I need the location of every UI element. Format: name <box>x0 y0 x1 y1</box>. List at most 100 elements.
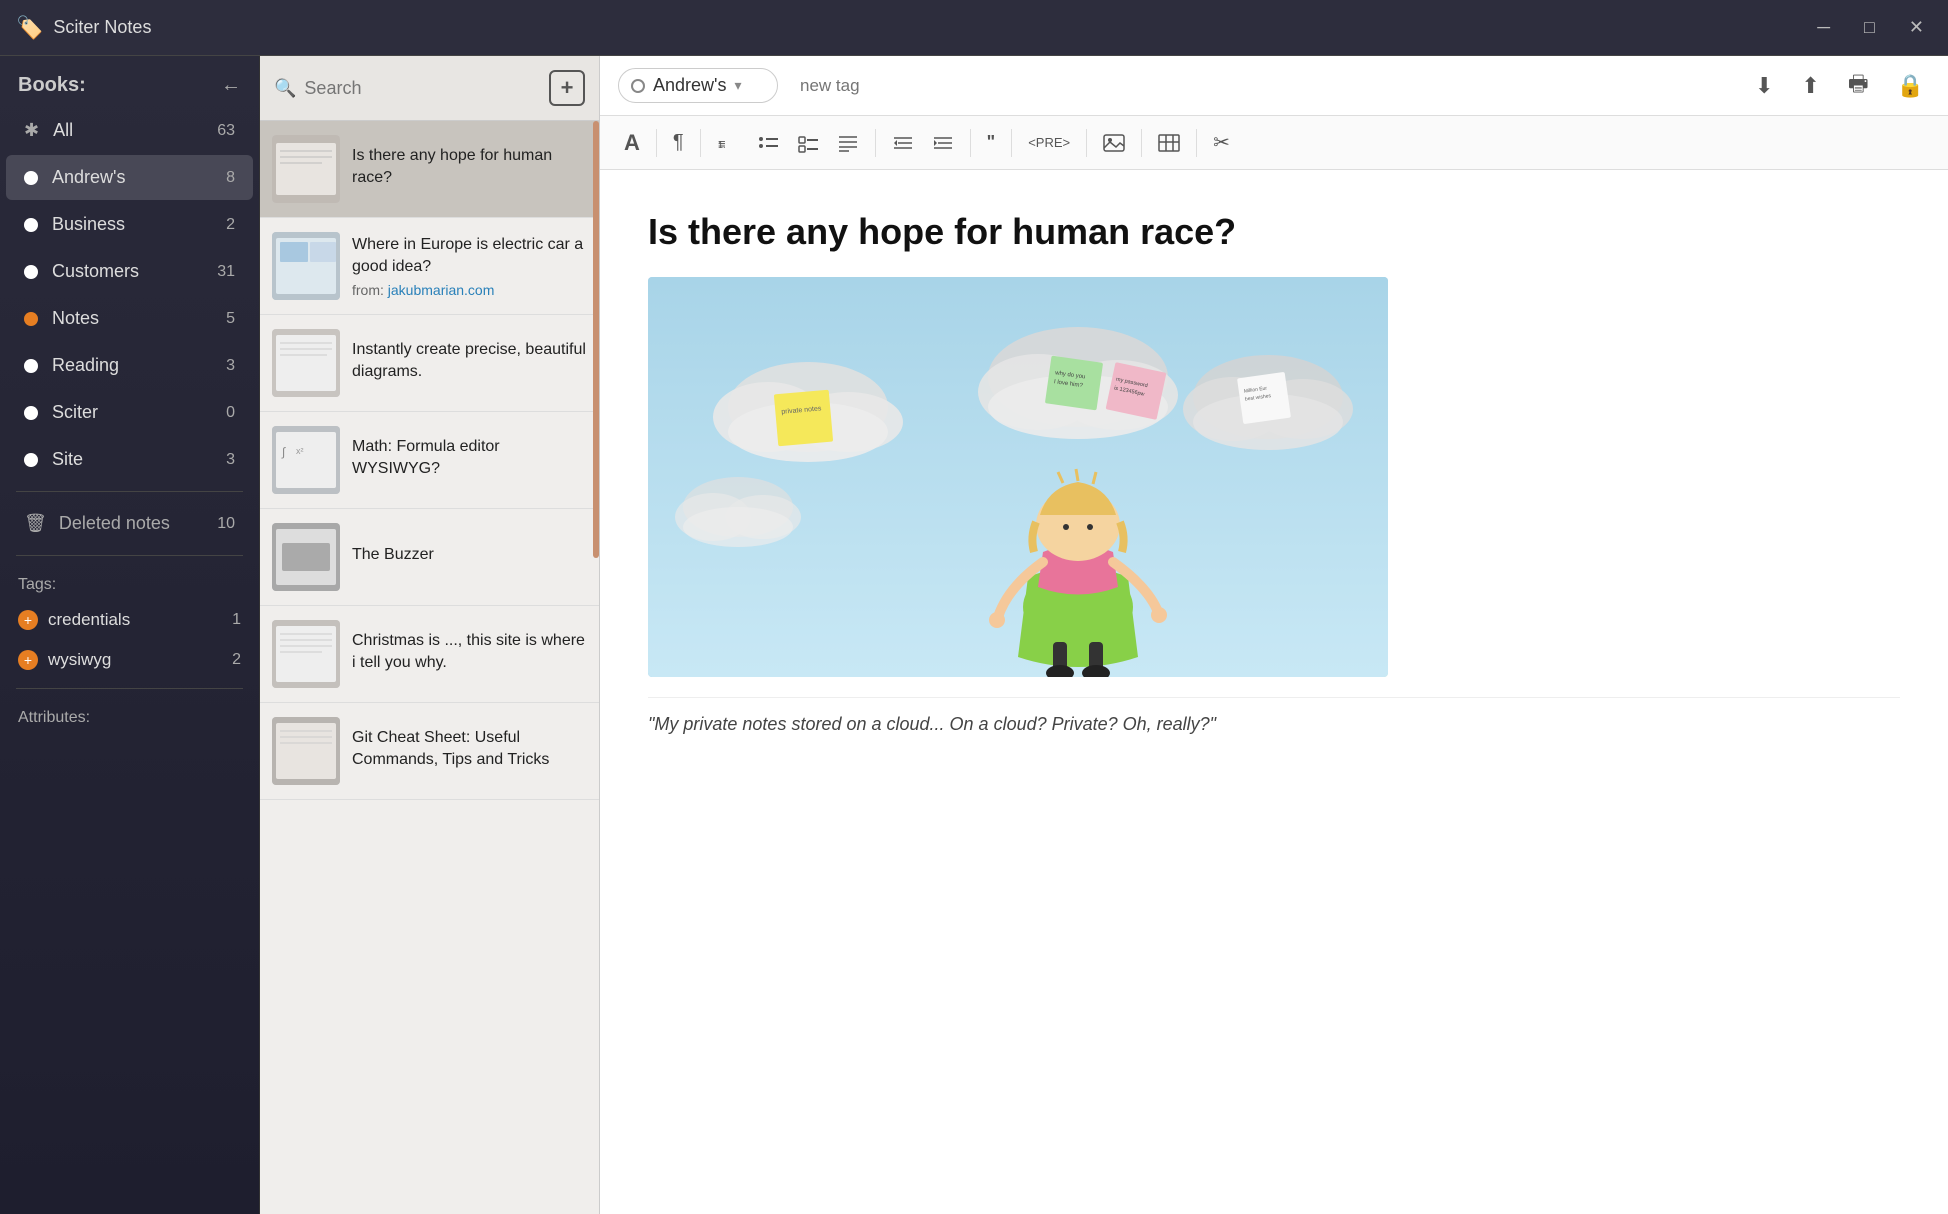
note-item-4[interactable]: ∫ x² Math: Formula editor WYSIWYG? <box>260 412 599 509</box>
deleted-count: 10 <box>217 515 235 533</box>
note-title-6: Christmas is ..., this site is where i t… <box>352 630 587 675</box>
toolbar-separator <box>1196 129 1197 157</box>
sidebar-item-all[interactable]: ✱ All 63 <box>6 108 253 153</box>
tag-count: 1 <box>232 611 241 629</box>
content-body: Is there any hope for human race? <box>600 170 1948 1214</box>
app-title: Sciter Notes <box>53 17 151 38</box>
dot-icon <box>24 406 38 420</box>
tag-input[interactable] <box>794 70 1261 102</box>
note-thumbnail-2 <box>272 232 340 300</box>
search-input[interactable] <box>304 78 541 99</box>
sidebar-item-count: 2 <box>226 216 235 234</box>
sidebar-back-arrow[interactable]: ← <box>221 74 241 97</box>
svg-text:x²: x² <box>296 446 304 456</box>
indent-button[interactable] <box>926 128 960 158</box>
sidebar-divider <box>16 491 243 492</box>
upload-button[interactable]: ⬆ <box>1795 69 1825 103</box>
unordered-list-button[interactable] <box>751 128 785 158</box>
note-title-1: Is there any hope for human race? <box>352 145 587 190</box>
note-item-2[interactable]: Where in Europe is electric car a good i… <box>260 218 599 315</box>
sidebar-item-label: Sciter <box>52 402 226 423</box>
toolbar-separator <box>700 129 701 157</box>
note-content-2: Where in Europe is electric car a good i… <box>352 232 587 300</box>
book-name-label: Andrew's <box>653 75 726 96</box>
font-button[interactable]: A <box>618 126 646 160</box>
book-selector[interactable]: Andrew's ▾ <box>618 68 778 103</box>
outdent-button[interactable] <box>886 128 920 158</box>
attributes-section-title: Attributes: <box>0 697 259 733</box>
add-note-button[interactable]: + <box>549 70 585 106</box>
code-button[interactable]: <PRE> <box>1022 131 1076 154</box>
sidebar-item-label: All <box>53 120 217 141</box>
blockquote-button[interactable]: " <box>981 128 1002 157</box>
dot-icon <box>24 312 38 326</box>
checklist-button[interactable] <box>791 128 825 158</box>
notes-scroll-area: Is there any hope for human race? Where … <box>260 121 599 1214</box>
sidebar-item-deleted[interactable]: 🗑 Deleted notes 10 <box>6 501 253 546</box>
sidebar-item-sciter[interactable]: Sciter 0 <box>6 390 253 435</box>
ordered-list-button[interactable]: ≡1. <box>711 128 745 158</box>
sidebar-item-label: Customers <box>52 261 217 282</box>
note-content-6: Christmas is ..., this site is where i t… <box>352 620 587 688</box>
sidebar-item-site[interactable]: Site 3 <box>6 437 253 482</box>
note-title-4: Math: Formula editor WYSIWYG? <box>352 436 587 481</box>
note-title-2: Where in Europe is electric car a good i… <box>352 234 587 279</box>
scissors-button[interactable]: ✂ <box>1207 126 1236 159</box>
toolbar-separator <box>1086 129 1087 157</box>
trash-icon: 🗑 <box>24 513 47 534</box>
maximize-button[interactable]: □ <box>1856 13 1883 42</box>
tag-item-credentials[interactable]: + credentials 1 <box>0 600 259 640</box>
note-content-3: Instantly create precise, beautiful diag… <box>352 329 587 397</box>
note-item-1[interactable]: Is there any hope for human race? <box>260 121 599 218</box>
note-item-6[interactable]: Christmas is ..., this site is where i t… <box>260 606 599 703</box>
sidebar-item-reading[interactable]: Reading 3 <box>6 343 253 388</box>
toolbar-separator <box>656 129 657 157</box>
sidebar-item-notes[interactable]: Notes 5 <box>6 296 253 341</box>
sidebar-item-count: 3 <box>226 357 235 375</box>
multiline-button[interactable] <box>831 128 865 158</box>
star-icon: ✱ <box>24 120 39 141</box>
note-subtitle-2: from: jakubmarian.com <box>352 282 587 298</box>
deleted-label: Deleted notes <box>59 513 217 534</box>
dot-icon <box>24 171 38 185</box>
note-content-4: Math: Formula editor WYSIWYG? <box>352 426 587 494</box>
print-button[interactable]: 🖶 <box>1842 63 1875 109</box>
image-button[interactable] <box>1097 128 1131 158</box>
sidebar-item-label: Site <box>52 449 226 470</box>
note-content-7: Git Cheat Sheet: Useful Commands, Tips a… <box>352 717 587 785</box>
download-button[interactable]: ⬇ <box>1749 69 1779 103</box>
content-panel: Andrew's ▾ ⬇ ⬆ 🖶 🔒 A ¶ ≡1. <box>600 56 1948 1214</box>
sidebar-item-customers[interactable]: Customers 31 <box>6 249 253 294</box>
toolbar-separator <box>970 129 971 157</box>
minimize-button[interactable]: ─ <box>1809 13 1838 42</box>
notes-list-header: 🔍 + <box>260 56 599 121</box>
dot-icon <box>24 265 38 279</box>
titlebar: 🏷️ Sciter Notes ─ □ ✕ <box>0 0 1948 56</box>
sidebar-item-count: 8 <box>226 169 235 187</box>
tag-item-wysiwyg[interactable]: + wysiwyg 2 <box>0 640 259 680</box>
sidebar-item-andrews[interactable]: Andrew's 8 <box>6 155 253 200</box>
note-thumbnail-7 <box>272 717 340 785</box>
sidebar: Books: ← ✱ All 63 Andrew's 8 Business 2 … <box>0 56 260 1214</box>
note-item-7[interactable]: Git Cheat Sheet: Useful Commands, Tips a… <box>260 703 599 800</box>
note-item-3[interactable]: Instantly create precise, beautiful diag… <box>260 315 599 412</box>
sidebar-item-label: Notes <box>52 308 226 329</box>
dot-icon <box>24 218 38 232</box>
note-item-5[interactable]: The Buzzer <box>260 509 599 606</box>
note-title-5: The Buzzer <box>352 544 587 566</box>
sidebar-item-count: 63 <box>217 122 235 140</box>
table-button[interactable] <box>1152 128 1186 158</box>
book-circle-icon <box>631 79 645 93</box>
close-button[interactable]: ✕ <box>1901 13 1932 42</box>
lock-button[interactable]: 🔒 <box>1891 69 1930 103</box>
sidebar-item-business[interactable]: Business 2 <box>6 202 253 247</box>
sidebar-divider-2 <box>16 555 243 556</box>
tag-plus-icon: + <box>18 610 38 630</box>
sidebar-item-count: 0 <box>226 404 235 422</box>
paragraph-button[interactable]: ¶ <box>667 127 690 158</box>
notes-scrollbar[interactable] <box>593 121 599 558</box>
tags-section-title: Tags: <box>0 564 259 600</box>
sidebar-header: Books: ← <box>0 56 259 107</box>
main-layout: Books: ← ✱ All 63 Andrew's 8 Business 2 … <box>0 56 1948 1214</box>
sidebar-books-label: Books: <box>18 74 86 97</box>
